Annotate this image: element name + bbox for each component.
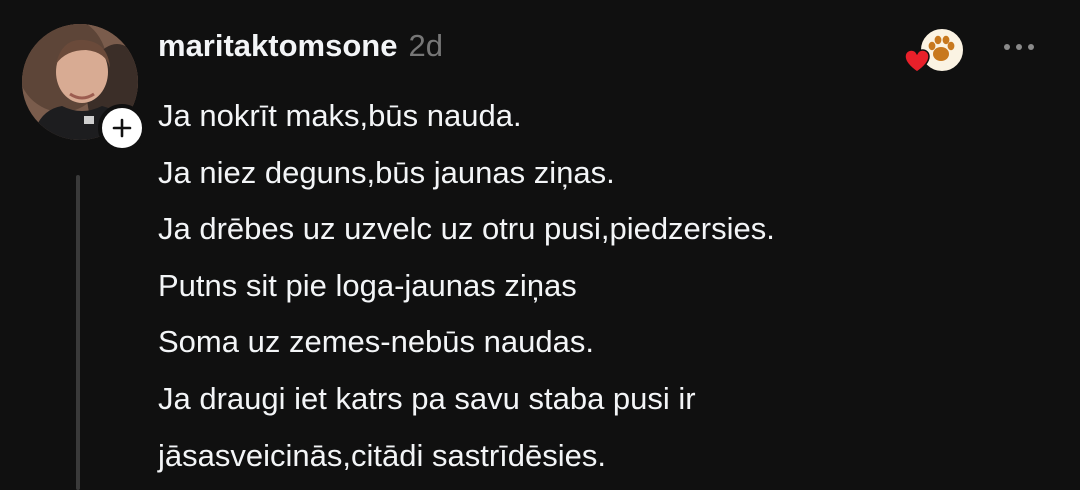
plus-icon [112, 118, 132, 138]
post-body-line: Ja draugi iet katrs pa savu staba pusi i… [158, 380, 696, 416]
post-body-line: Ja niez deguns,būs jaunas ziņas. [158, 154, 615, 190]
more-horizontal-icon [1004, 44, 1010, 50]
follow-button[interactable] [98, 104, 146, 152]
post-body-line: Soma uz zemes-nebūs naudas. [158, 324, 594, 360]
more-options-button[interactable] [992, 30, 1046, 64]
post-body-line: Ja drēbes uz uzvelc uz otru pusi,piedzer… [158, 211, 775, 247]
thread-post: maritaktomsone 2d Ja nokrīt maks,būs nau… [0, 0, 1080, 490]
username-link[interactable]: maritaktomsone [158, 28, 397, 64]
thread-connector-line [76, 175, 80, 490]
more-horizontal-icon [1016, 44, 1022, 50]
reactions-summary[interactable] [903, 25, 965, 75]
post-header: maritaktomsone 2d [158, 28, 443, 72]
post-body: Ja nokrīt maks,būs nauda. Ja niez deguns… [158, 88, 1058, 484]
post-timestamp: 2d [408, 28, 443, 63]
heart-icon [904, 49, 930, 73]
more-horizontal-icon [1028, 44, 1034, 50]
post-body-line: jāsasveicinās,citādi sastrīdēsies. [158, 437, 606, 473]
post-body-line: Putns sit pie loga-jaunas ziņas [158, 267, 577, 303]
post-body-line: Ja nokrīt maks,būs nauda. [158, 98, 522, 133]
